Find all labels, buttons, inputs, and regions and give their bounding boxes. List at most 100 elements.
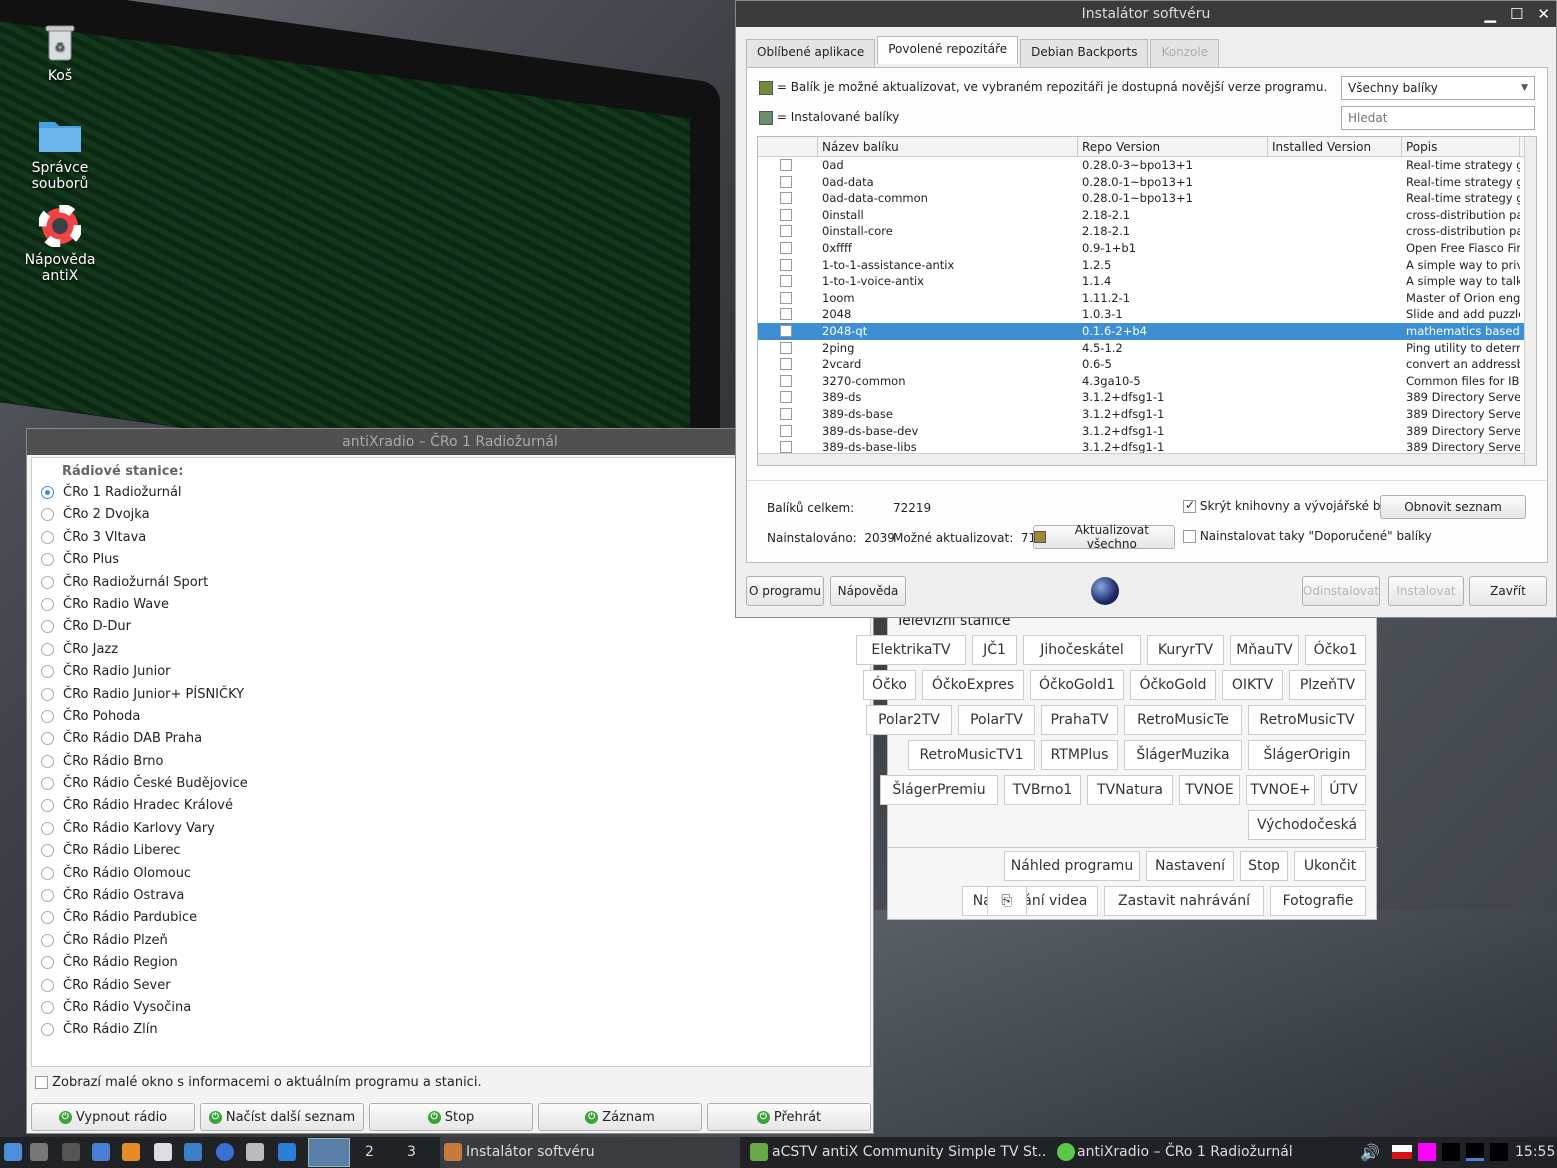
row-checkbox[interactable]	[780, 291, 792, 304]
station-radio[interactable]	[41, 709, 54, 723]
recommended-checkbox[interactable]	[1183, 530, 1196, 543]
station-radio[interactable]	[41, 799, 54, 813]
tab-debian-backports[interactable]: Debian Backports	[1020, 39, 1149, 67]
station-radio[interactable]	[41, 911, 54, 925]
vertical-scrollbar[interactable]	[1524, 137, 1536, 465]
tray-battery-icon[interactable]	[1490, 1143, 1508, 1161]
keyboard-layout-icon[interactable]	[1392, 1145, 1412, 1159]
row-checkbox[interactable]	[780, 241, 792, 254]
tray-magenta-icon[interactable]	[1418, 1143, 1436, 1161]
search-input[interactable]	[1341, 106, 1535, 130]
table-row[interactable]: 389-ds 3.1.2+dfsg1-1 389 Directory Server …	[758, 389, 1536, 406]
station-radio[interactable]	[41, 889, 54, 903]
station-item[interactable]: ČRo Jazz	[32, 639, 870, 661]
tv-channel-button[interactable]: ÓčkoGold	[1130, 670, 1216, 700]
task-acstv[interactable]: aCSTV antiX Community Simple TV St...	[746, 1137, 1046, 1168]
station-item[interactable]: ČRo Rádio Vysočina	[32, 997, 870, 1019]
tv-channel-button[interactable]: RetroMusicTV	[1248, 705, 1366, 735]
station-item[interactable]: ČRo D-Dur	[32, 616, 870, 638]
station-radio[interactable]	[41, 1023, 54, 1037]
tv-channel-button[interactable]: TVNOE	[1179, 775, 1240, 805]
task-installer[interactable]: Instalátor softvéru	[440, 1137, 740, 1168]
tv-channel-button[interactable]: PrahaTV	[1041, 705, 1118, 735]
info-option[interactable]: Zobrazí malé okno s informacemi o aktuál…	[35, 1075, 482, 1090]
station-radio[interactable]	[41, 553, 54, 567]
row-checkbox[interactable]	[780, 341, 792, 354]
volume-icon[interactable]: 🔊	[1360, 1137, 1380, 1168]
station-item[interactable]: ČRo Rádio DAB Praha	[32, 728, 870, 750]
table-row[interactable]: 3270-common 4.3ga10-5 Common files for IBM	[758, 373, 1536, 390]
row-checkbox[interactable]	[780, 225, 792, 238]
table-row[interactable]: 2vcard 0.6-5 convert an addressbo	[758, 356, 1536, 373]
close-icon[interactable]: ✕	[1537, 1, 1550, 27]
station-item[interactable]: ČRo Radio Junior	[32, 661, 870, 683]
station-item[interactable]: ČRo Rádio Olomouc	[32, 863, 870, 885]
help-button[interactable]: Nápověda	[830, 576, 906, 606]
tv-channel-button[interactable]: KuryrTV	[1147, 635, 1224, 665]
row-checkbox[interactable]	[780, 374, 792, 387]
tv-channel-button[interactable]: RetroMusicTe	[1124, 705, 1242, 735]
tv-channel-button[interactable]: Jihočeskátel	[1023, 635, 1141, 665]
tv-channel-button[interactable]: TVNOE+	[1246, 775, 1315, 805]
tray-black-icon[interactable]	[1442, 1143, 1460, 1161]
filter-select[interactable]: Všechny balíky ▼	[1341, 76, 1535, 100]
tv-channel-button[interactable]: ElektrikaTV	[856, 635, 966, 665]
station-radio[interactable]	[41, 732, 54, 746]
station-item[interactable]: ČRo Rádio Plzeň	[32, 930, 870, 952]
station-radio[interactable]	[41, 1000, 54, 1014]
row-checkbox[interactable]	[780, 324, 792, 337]
mail-icon[interactable]	[92, 1143, 110, 1161]
table-row[interactable]: 0xffff 0.9-1+b1 Open Free Fiasco Firm	[758, 240, 1536, 257]
desktop-icon-trash[interactable]: ♻ Koš	[15, 20, 105, 84]
row-checkbox[interactable]	[780, 391, 792, 404]
tv-channel-button[interactable]: ÓčkoExpres	[922, 670, 1024, 700]
tv-control-button[interactable]: Zastavit nahrávání	[1104, 886, 1264, 916]
radio-button-2[interactable]: ⏻ Stop	[369, 1103, 533, 1131]
tray-network-icon[interactable]	[1466, 1143, 1484, 1161]
table-row[interactable]: 0ad-data 0.28.0-1~bpo13+1 Real-time strate…	[758, 174, 1536, 191]
tv-channel-button[interactable]: Polar2TV	[866, 705, 952, 735]
tv-control-button[interactable]: Nahrávání videa	[962, 886, 1098, 916]
station-radio[interactable]	[41, 844, 54, 858]
table-row[interactable]: 2ping 4.5-1.2 Ping utility to determ	[758, 340, 1536, 357]
tv-channel-button[interactable]: RetroMusicTV1	[908, 740, 1035, 770]
menu-icon[interactable]	[4, 1143, 22, 1161]
browser-icon[interactable]	[216, 1143, 234, 1161]
tv-channel-button[interactable]: ŠlágerOrigin	[1248, 740, 1366, 770]
station-radio[interactable]	[41, 665, 54, 679]
horizontal-scrollbar[interactable]	[758, 453, 1524, 465]
row-checkbox[interactable]	[780, 208, 792, 221]
table-row[interactable]: 1-to-1-voice-antix 1.1.4 A simple way to t…	[758, 273, 1536, 290]
tv-control-button[interactable]: Náhled programu	[1004, 851, 1140, 881]
station-radio[interactable]	[41, 777, 54, 791]
station-item[interactable]: ČRo Rádio Karlovy Vary	[32, 818, 870, 840]
workspace-2[interactable]: 2	[365, 1137, 374, 1168]
tv-channel-button[interactable]: TVNatura	[1087, 775, 1173, 805]
installer-launch-icon[interactable]	[246, 1143, 264, 1161]
row-checkbox[interactable]	[780, 175, 792, 188]
task-radio[interactable]: antiXradio – ČRo 1 Radiožurnál	[1053, 1137, 1343, 1168]
tv-channel-button[interactable]: TVBrno1	[1004, 775, 1081, 805]
station-radio[interactable]	[41, 933, 54, 947]
station-radio[interactable]	[41, 754, 54, 768]
tv-channel-button[interactable]: PolarTV	[958, 705, 1035, 735]
clipboard-button[interactable]: ⎘	[987, 886, 1027, 916]
row-checkbox[interactable]	[780, 159, 792, 171]
desktop-icon-file-manager[interactable]: Správce souborů	[15, 112, 105, 192]
update-icon[interactable]	[278, 1143, 296, 1161]
workspace-1[interactable]	[308, 1138, 350, 1167]
tv-control-button[interactable]: Ukončit	[1294, 851, 1366, 881]
refresh-button[interactable]: Obnovit seznam	[1380, 495, 1526, 519]
table-row[interactable]: 0ad-data-common 0.28.0-1~bpo13+1 Real-time…	[758, 190, 1536, 207]
info-checkbox[interactable]	[35, 1076, 48, 1089]
upgrade-all-button[interactable]: Aktualizovat všechno	[1033, 523, 1175, 551]
radio-button-1[interactable]: ⏻ Načíst další seznam	[200, 1103, 364, 1131]
tv-channel-button[interactable]: ÓčkoGold1	[1030, 670, 1124, 700]
station-item[interactable]: ČRo Rádio Liberec	[32, 840, 870, 862]
station-item[interactable]: ČRo Rádio Sever	[32, 975, 870, 997]
table-row[interactable]: 1oom 1.11.2-1 Master of Orion engin	[758, 290, 1536, 307]
station-item[interactable]: ČRo Pohoda	[32, 706, 870, 728]
radio-button-0[interactable]: ⏻ Vypnout rádio	[31, 1103, 195, 1131]
table-row[interactable]: 389-ds-base-dev 3.1.2+dfsg1-1 389 Director…	[758, 423, 1536, 440]
col-name[interactable]: Název balíku	[818, 137, 1078, 156]
